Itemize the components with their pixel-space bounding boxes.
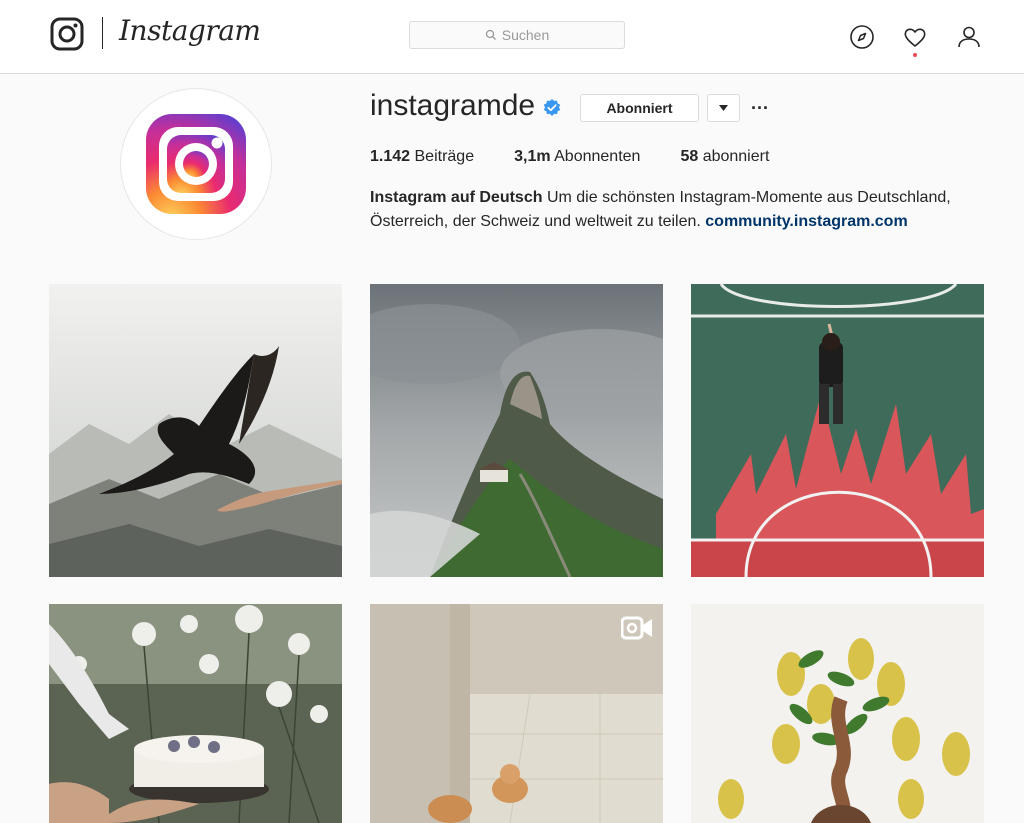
profile-username: instagramde — [370, 89, 536, 122]
notification-dot — [913, 53, 917, 57]
stat-followers-label: Abonnenten — [554, 148, 641, 165]
stat-posts-label: Beiträge — [414, 148, 475, 165]
bio-link[interactable]: community.instagram.com — [705, 213, 907, 230]
post-tile-bird[interactable] — [49, 284, 342, 577]
post-tile-mountain[interactable] — [370, 284, 663, 577]
post-image-court — [691, 284, 984, 577]
search-input[interactable]: Suchen — [409, 21, 625, 49]
stat-following-label: abonniert — [702, 148, 770, 165]
post-tile-kitten[interactable] — [370, 604, 663, 823]
stat-posts[interactable]: 1.142 Beiträge — [370, 148, 474, 166]
profile-stats: 1.142 Beiträge 3,1m Abonnenten 58 abonni… — [370, 148, 809, 166]
instagram-glyph-icon[interactable] — [50, 17, 84, 51]
stat-followers-count: 3,1m — [514, 148, 551, 165]
top-navigation: Instagram Suchen — [0, 0, 1024, 74]
post-tile-pears[interactable] — [691, 604, 984, 823]
profile-bio: Instagram auf Deutsch Um die schönsten I… — [370, 186, 1000, 234]
post-image-pears — [691, 604, 984, 823]
instagram-wordmark[interactable]: Instagram — [119, 14, 261, 47]
logo-divider — [102, 17, 103, 49]
post-image-cake — [49, 604, 342, 823]
stat-posts-count: 1.142 — [370, 148, 411, 165]
post-image-kitten — [370, 604, 663, 823]
more-options-button[interactable]: ··· — [750, 96, 770, 120]
caret-down-icon — [719, 105, 728, 111]
search-icon — [485, 29, 496, 40]
bio-name: Instagram auf Deutsch — [370, 189, 543, 206]
compass-icon[interactable] — [849, 24, 875, 50]
following-button[interactable]: Abonniert — [580, 94, 699, 122]
post-image-mountain — [370, 284, 663, 577]
post-image-bird — [49, 284, 342, 577]
suggestions-dropdown-button[interactable] — [707, 94, 740, 122]
instagram-logo-icon — [146, 114, 246, 214]
video-camera-icon — [621, 616, 652, 640]
verified-badge-icon — [543, 99, 561, 116]
stat-followers[interactable]: 3,1m Abonnenten — [514, 148, 640, 166]
stat-following-count: 58 — [680, 148, 699, 165]
stat-following[interactable]: 58 abonniert — [680, 148, 769, 166]
heart-icon[interactable] — [902, 24, 928, 50]
avatar[interactable] — [120, 88, 272, 240]
post-tile-court[interactable] — [691, 284, 984, 577]
post-tile-cake[interactable] — [49, 604, 342, 823]
person-icon[interactable] — [956, 24, 982, 50]
search-placeholder: Suchen — [501, 27, 550, 43]
